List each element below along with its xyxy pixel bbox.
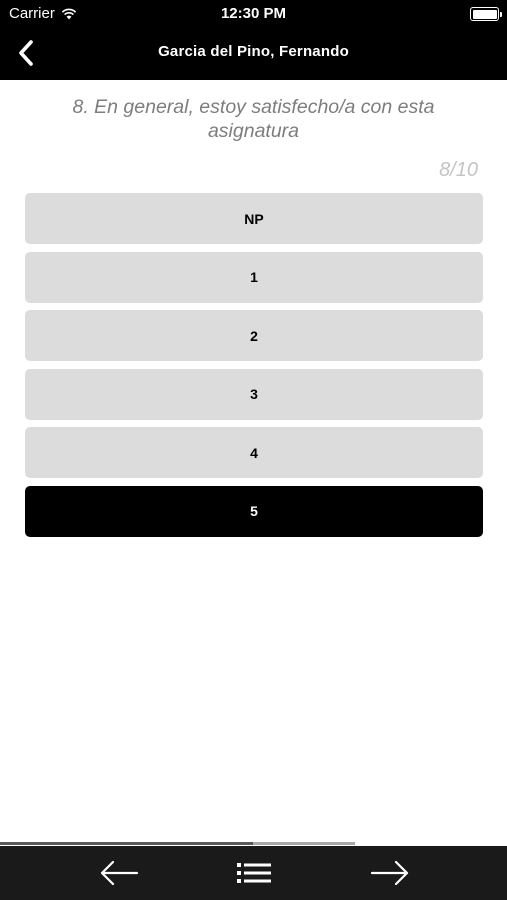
option-label: 1 <box>250 269 258 286</box>
option-np[interactable]: NP <box>25 193 483 244</box>
option-label: 3 <box>250 386 258 403</box>
previous-button[interactable] <box>95 853 143 893</box>
answer-options: NP 1 2 3 4 5 <box>25 193 483 545</box>
option-2[interactable]: 2 <box>25 310 483 362</box>
chevron-left-icon <box>19 40 33 66</box>
question-text: 8. En general, estoy satisfecho/a con es… <box>72 96 435 142</box>
bottom-toolbar <box>0 846 507 900</box>
next-button[interactable] <box>366 853 414 893</box>
progress-fill <box>0 842 253 845</box>
option-label: 2 <box>250 327 258 344</box>
list-icon <box>237 863 271 883</box>
battery-icon <box>470 7 502 21</box>
navigation-bar: Garcia del Pino, Fernando <box>0 28 507 80</box>
progress-fill-secondary <box>253 842 355 845</box>
option-label: NP <box>244 210 264 227</box>
question-list-button[interactable] <box>230 853 278 893</box>
arrow-left-icon <box>100 860 139 886</box>
nav-title: Garcia del Pino, Fernando <box>158 43 349 60</box>
option-5[interactable]: 5 <box>25 485 483 537</box>
status-time: 12:30 PM <box>220 5 287 22</box>
option-label: 4 <box>250 444 258 461</box>
option-3[interactable]: 3 <box>25 368 483 420</box>
option-4[interactable]: 4 <box>25 427 483 479</box>
question-progress: 8/10 <box>439 159 478 181</box>
back-button[interactable] <box>8 35 44 71</box>
option-1[interactable]: 1 <box>25 251 483 303</box>
status-bar: Carrier 12:30 PM <box>0 0 507 28</box>
option-label: 5 <box>250 503 258 520</box>
arrow-right-icon <box>370 860 409 886</box>
